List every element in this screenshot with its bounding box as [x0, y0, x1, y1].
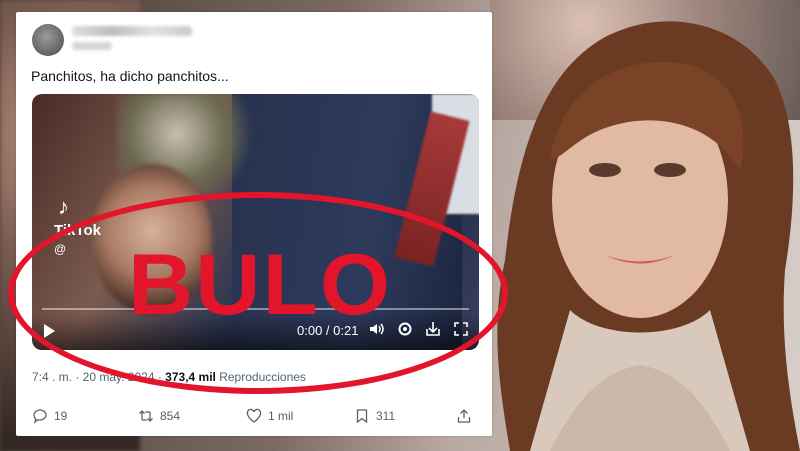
author-handle-blurred [72, 42, 112, 50]
author-name-blurred[interactable] [72, 26, 192, 36]
tiktok-logo-icon: ♪ [58, 194, 69, 219]
reply-count: 19 [54, 409, 68, 423]
tweet-text: Panchitos, ha dicho panchitos... [31, 68, 229, 84]
share-icon [457, 409, 471, 423]
reply-icon [33, 409, 47, 424]
heart-icon [246, 408, 262, 423]
like-button[interactable]: 1 mil [246, 408, 293, 424]
repost-icon [139, 410, 153, 422]
avatar[interactable] [32, 24, 64, 56]
bookmark-icon [356, 409, 368, 424]
woman-portrait [497, 21, 800, 451]
repost-count: 854 [160, 409, 181, 423]
hoax-stamp-label: BULO [128, 237, 393, 333]
bookmark-count: 311 [376, 409, 396, 423]
bookmark-button[interactable]: 311 [354, 408, 395, 424]
share-button[interactable] [456, 408, 472, 424]
tweet-actions: 19 854 1 mil 311 [32, 408, 476, 428]
reply-button[interactable]: 19 [32, 408, 67, 424]
repost-button[interactable]: 854 [138, 408, 180, 424]
like-count: 1 mil [268, 409, 294, 423]
